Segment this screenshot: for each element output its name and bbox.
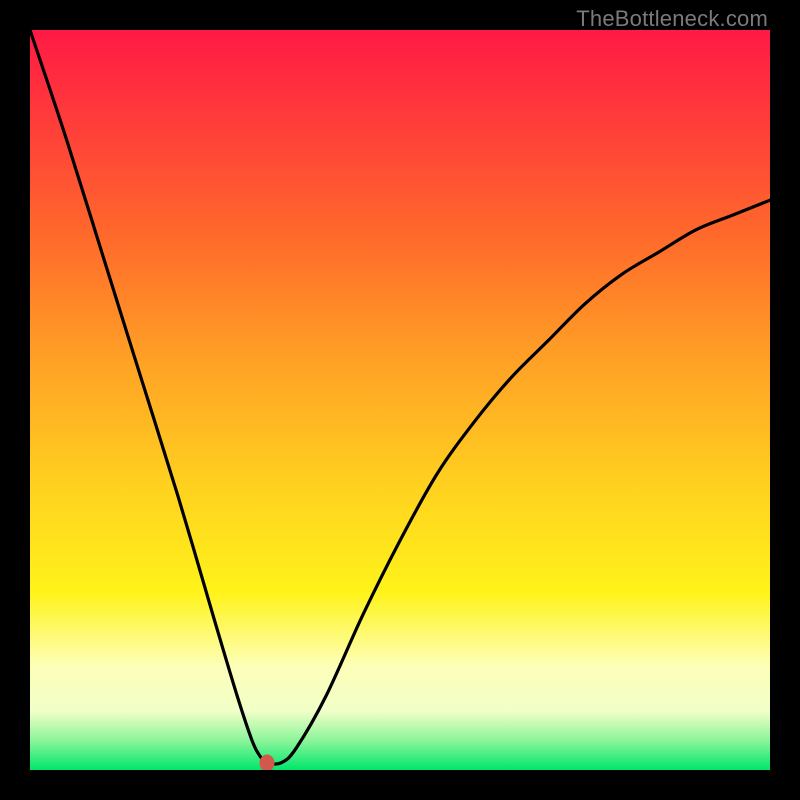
chart-frame: TheBottleneck.com	[0, 0, 800, 800]
watermark-text: TheBottleneck.com	[576, 6, 768, 32]
plot-area	[30, 30, 770, 770]
bottleneck-curve	[30, 30, 770, 770]
optimum-marker	[259, 754, 274, 770]
